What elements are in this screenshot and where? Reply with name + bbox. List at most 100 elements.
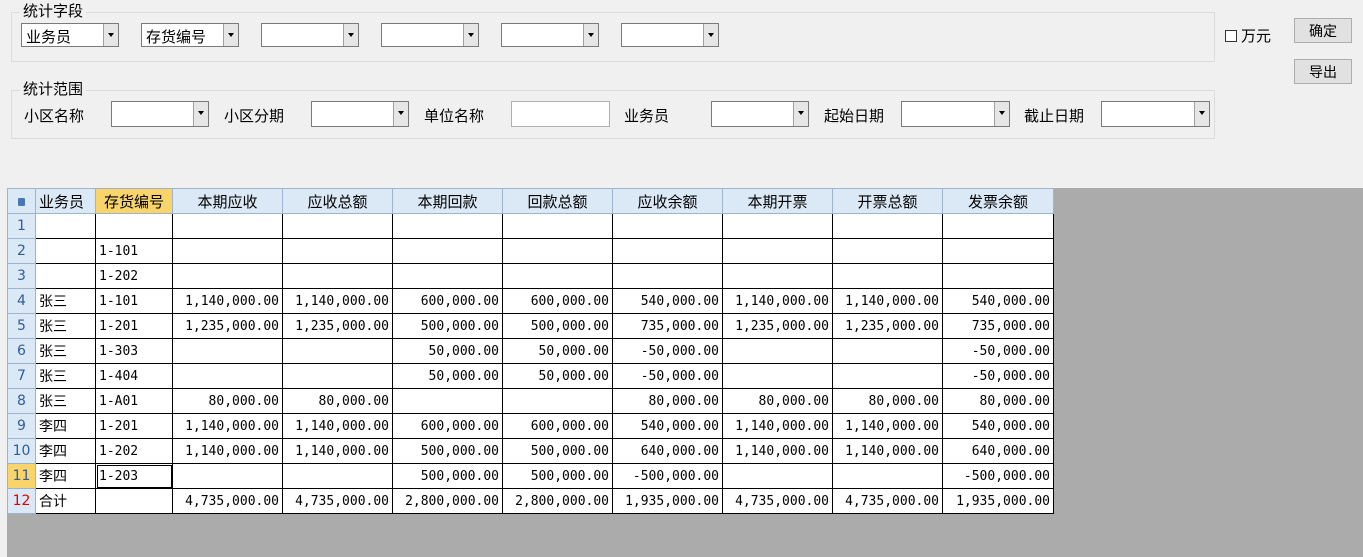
cell-amount[interactable]: 1,140,000.00 bbox=[172, 413, 283, 439]
col-header[interactable]: 应收余额 bbox=[612, 188, 723, 214]
cell-salesperson[interactable]: 张三 bbox=[35, 313, 96, 339]
row-number[interactable]: 3 bbox=[7, 263, 36, 289]
cell-amount[interactable]: 2,800,000.00 bbox=[502, 488, 613, 514]
cell-salesperson[interactable]: 张三 bbox=[35, 338, 96, 364]
cell-amount[interactable] bbox=[282, 263, 393, 289]
cell-salesperson[interactable] bbox=[35, 213, 96, 239]
cell-amount[interactable] bbox=[502, 238, 613, 264]
cell-amount[interactable]: 1,235,000.00 bbox=[172, 313, 283, 339]
corner-icon[interactable] bbox=[7, 188, 36, 214]
cell-amount[interactable]: 500,000.00 bbox=[502, 313, 613, 339]
chevron-down-icon[interactable] bbox=[994, 102, 1009, 126]
cell-amount[interactable] bbox=[832, 463, 943, 489]
cell-amount[interactable] bbox=[942, 213, 1054, 239]
col-header[interactable]: 本期应收 bbox=[172, 188, 283, 214]
cell-amount[interactable]: 4,735,000.00 bbox=[172, 488, 283, 514]
cell-amount[interactable]: 50,000.00 bbox=[502, 363, 613, 389]
cell-amount[interactable]: 4,735,000.00 bbox=[282, 488, 393, 514]
col-header[interactable]: 发票余额 bbox=[942, 188, 1054, 214]
cell-amount[interactable] bbox=[942, 238, 1054, 264]
cell-amount[interactable]: 600,000.00 bbox=[502, 288, 613, 314]
district-name-combo[interactable] bbox=[111, 101, 209, 127]
cell-amount[interactable] bbox=[392, 263, 503, 289]
cell-item-code[interactable]: 1-A01 bbox=[95, 388, 173, 414]
cell-amount[interactable]: 540,000.00 bbox=[942, 288, 1054, 314]
chevron-down-icon[interactable] bbox=[1194, 102, 1209, 126]
cell-amount[interactable]: 1,140,000.00 bbox=[722, 288, 833, 314]
cell-salesperson[interactable] bbox=[35, 263, 96, 289]
cell-amount[interactable] bbox=[172, 263, 283, 289]
cell-amount[interactable] bbox=[392, 213, 503, 239]
cell-amount[interactable]: 4,735,000.00 bbox=[722, 488, 833, 514]
cell-amount[interactable]: 1,140,000.00 bbox=[832, 413, 943, 439]
cell-amount[interactable]: 2,800,000.00 bbox=[392, 488, 503, 514]
cell-amount[interactable]: -500,000.00 bbox=[942, 463, 1054, 489]
cell-amount[interactable]: 540,000.00 bbox=[612, 413, 723, 439]
cell-amount[interactable] bbox=[832, 238, 943, 264]
unit-wan-checkbox[interactable]: 万元 bbox=[1225, 25, 1271, 46]
cell-amount[interactable] bbox=[942, 263, 1054, 289]
cell-amount[interactable] bbox=[612, 238, 723, 264]
cell-amount[interactable] bbox=[282, 213, 393, 239]
cell-salesperson[interactable]: 李四 bbox=[35, 438, 96, 464]
salesperson-combo[interactable] bbox=[711, 101, 809, 127]
cell-item-code[interactable] bbox=[95, 213, 173, 239]
cell-amount[interactable]: 1,140,000.00 bbox=[722, 413, 833, 439]
cell-amount[interactable]: 500,000.00 bbox=[392, 463, 503, 489]
cell-amount[interactable]: 50,000.00 bbox=[392, 338, 503, 364]
row-number[interactable]: 12 bbox=[7, 488, 36, 514]
cell-amount[interactable] bbox=[502, 263, 613, 289]
stat-field-combo-3[interactable] bbox=[261, 23, 359, 47]
cell-amount[interactable] bbox=[612, 263, 723, 289]
cell-amount[interactable] bbox=[722, 263, 833, 289]
cell-amount[interactable] bbox=[282, 363, 393, 389]
table-row[interactable]: 6 张三 1-303 50,000.00 50,000.00 -50,000.00 -50,… bbox=[7, 338, 1054, 364]
start-date-picker[interactable] bbox=[901, 101, 1010, 127]
cell-item-code[interactable]: 1-303 bbox=[95, 338, 173, 364]
confirm-button[interactable]: 确定 bbox=[1294, 18, 1352, 43]
cell-amount[interactable] bbox=[612, 213, 723, 239]
cell-amount[interactable]: -50,000.00 bbox=[612, 363, 723, 389]
cell-amount[interactable]: 640,000.00 bbox=[942, 438, 1054, 464]
cell-salesperson[interactable]: 李四 bbox=[35, 413, 96, 439]
cell-amount[interactable]: 1,235,000.00 bbox=[722, 313, 833, 339]
table-row[interactable]: 3 1-202 bbox=[7, 263, 1054, 289]
cell-salesperson[interactable]: 张三 bbox=[35, 388, 96, 414]
cell-amount[interactable]: 540,000.00 bbox=[612, 288, 723, 314]
cell-amount[interactable] bbox=[172, 213, 283, 239]
cell-amount[interactable]: 1,935,000.00 bbox=[942, 488, 1054, 514]
row-number[interactable]: 2 bbox=[7, 238, 36, 264]
cell-amount[interactable] bbox=[502, 388, 613, 414]
table-row[interactable]: 12 合计 4,735,000.00 4,735,000.00 2,800,000.00… bbox=[7, 488, 1054, 514]
col-header[interactable]: 本期回款 bbox=[392, 188, 503, 214]
unit-name-input[interactable] bbox=[511, 101, 610, 127]
cell-amount[interactable]: 540,000.00 bbox=[942, 413, 1054, 439]
cell-amount[interactable] bbox=[282, 463, 393, 489]
table-row[interactable]: 2 1-101 bbox=[7, 238, 1054, 264]
chevron-down-icon[interactable] bbox=[223, 24, 238, 46]
row-number[interactable]: 9 bbox=[7, 413, 36, 439]
cell-amount[interactable] bbox=[172, 363, 283, 389]
checkbox-box[interactable] bbox=[1225, 29, 1237, 42]
cell-amount[interactable]: 735,000.00 bbox=[942, 313, 1054, 339]
row-number[interactable]: 4 bbox=[7, 288, 36, 314]
cell-salesperson[interactable]: 张三 bbox=[35, 288, 96, 314]
row-number[interactable]: 1 bbox=[7, 213, 36, 239]
chevron-down-icon[interactable] bbox=[703, 24, 718, 46]
stat-field-combo-5[interactable] bbox=[501, 23, 599, 47]
cell-amount[interactable]: 735,000.00 bbox=[612, 313, 723, 339]
cell-amount[interactable]: 600,000.00 bbox=[392, 288, 503, 314]
cell-amount[interactable]: 1,140,000.00 bbox=[282, 413, 393, 439]
district-phase-combo[interactable] bbox=[311, 101, 409, 127]
cell-amount[interactable] bbox=[722, 363, 833, 389]
table-row[interactable]: 4 张三 1-101 1,140,000.00 1,140,000.00 600,000.… bbox=[7, 288, 1054, 314]
row-number[interactable]: 7 bbox=[7, 363, 36, 389]
cell-amount[interactable]: 50,000.00 bbox=[502, 338, 613, 364]
cell-amount[interactable] bbox=[722, 338, 833, 364]
chevron-down-icon[interactable] bbox=[393, 102, 408, 126]
cell-amount[interactable] bbox=[282, 338, 393, 364]
chevron-down-icon[interactable] bbox=[343, 24, 358, 46]
table-row[interactable]: 5 张三 1-201 1,235,000.00 1,235,000.00 500,000.… bbox=[7, 313, 1054, 339]
cell-salesperson[interactable]: 合计 bbox=[35, 488, 96, 514]
cell-amount[interactable]: -50,000.00 bbox=[612, 338, 723, 364]
